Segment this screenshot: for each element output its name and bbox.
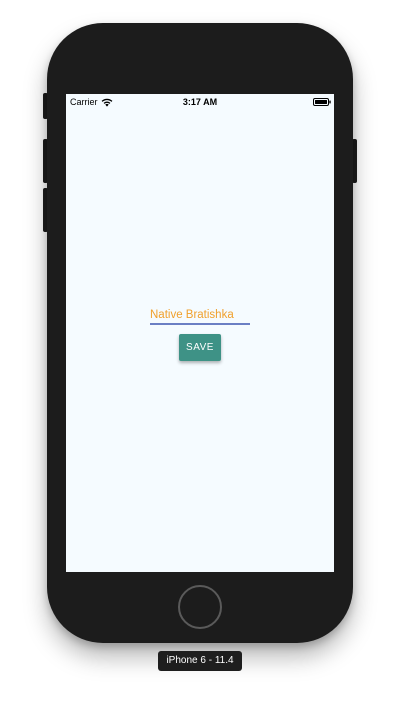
save-button[interactable]: SAVE (179, 334, 221, 361)
home-button[interactable] (178, 585, 222, 629)
simulator-window: Carrier 3:17 AM SAVE iPhone 6 - 11.4 (0, 0, 400, 701)
name-text-input[interactable] (150, 306, 250, 325)
battery-full-icon (313, 98, 331, 106)
app-screen: Carrier 3:17 AM SAVE (66, 94, 334, 572)
status-time: 3:17 AM (182, 97, 218, 107)
status-bar: Carrier 3:17 AM (66, 94, 334, 110)
device-name-label: iPhone 6 - 11.4 (158, 651, 242, 671)
